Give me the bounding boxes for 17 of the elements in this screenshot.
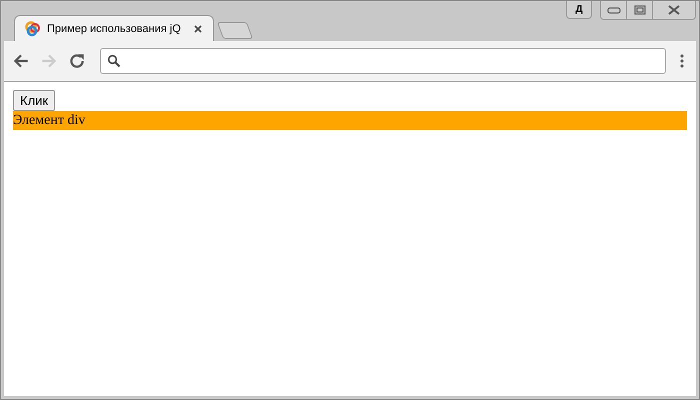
- search-icon: [107, 54, 121, 68]
- minimize-button[interactable]: [601, 1, 627, 19]
- maximize-button[interactable]: [627, 1, 653, 19]
- close-window-button[interactable]: [653, 1, 695, 19]
- click-button[interactable]: Клик: [13, 90, 56, 111]
- div-element: Элемент div: [13, 111, 687, 130]
- browser-tab[interactable]: Пример использования jQ: [14, 15, 214, 41]
- close-icon[interactable]: [193, 24, 203, 34]
- tab-title: Пример использования jQ: [47, 22, 182, 34]
- minimize-icon: [606, 6, 620, 14]
- favicon-icon: [25, 20, 41, 36]
- maximize-icon: [634, 5, 646, 15]
- profile-button[interactable]: Д: [566, 1, 592, 19]
- reload-icon[interactable]: [68, 52, 86, 70]
- menu-icon[interactable]: [680, 53, 684, 69]
- close-icon: [667, 5, 681, 15]
- back-arrow-icon[interactable]: [12, 52, 30, 70]
